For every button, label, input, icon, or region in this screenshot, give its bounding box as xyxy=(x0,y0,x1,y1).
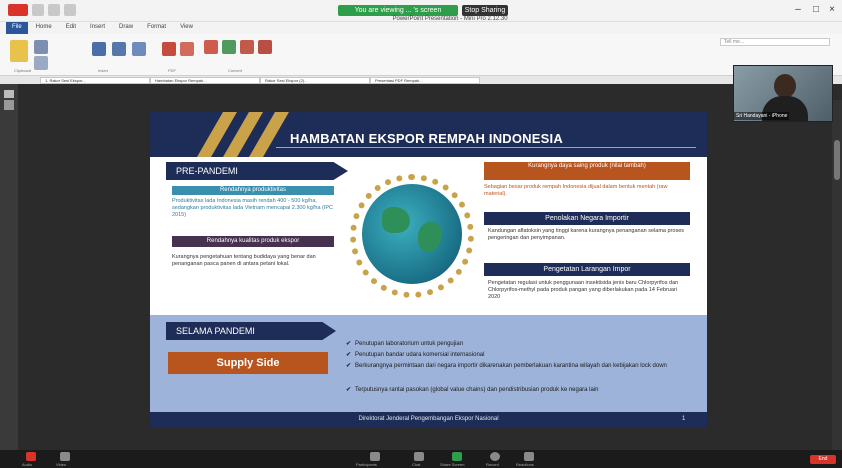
doc-tab-1[interactable]: 1. Rakor Sesi Ekspor... xyxy=(40,77,150,84)
camera-icon[interactable] xyxy=(60,452,70,461)
share-screen-icon[interactable] xyxy=(452,452,462,461)
supply-side-label: Supply Side xyxy=(168,352,328,374)
rejection-label: Penolakan Negara Importir xyxy=(484,212,690,225)
slide-page-number: 1 xyxy=(682,416,686,422)
zoom-recording-icon[interactable] xyxy=(8,4,28,16)
tab-format[interactable]: Format xyxy=(141,22,172,34)
ban-text: Pengetatan regulasi untuk penggunaan ins… xyxy=(488,280,679,300)
participants-icon[interactable] xyxy=(370,452,380,461)
selama-pandemi-heading: SELAMA PANDEMI xyxy=(166,322,336,340)
list-item: ✔ Terputusnya rantai pasokan (global valu… xyxy=(346,387,599,393)
productivity-text: Produktivitas lada Indonesia masih renda… xyxy=(172,198,334,218)
record-icon[interactable] xyxy=(490,452,500,461)
tab-home[interactable]: Home xyxy=(30,22,58,34)
insert-group-label: Insert xyxy=(98,68,109,73)
maximize-button[interactable]: □ xyxy=(808,3,824,17)
to-other-icon[interactable] xyxy=(258,40,272,54)
thumbnail-icon[interactable] xyxy=(4,100,14,110)
video-label: Video xyxy=(56,462,67,467)
reactions-label: Reactions xyxy=(516,462,534,467)
share-screen-label: Share Screen xyxy=(440,462,465,467)
ribbon-tab-row: File Home Edit Insert Draw Format View xyxy=(0,22,842,34)
check-icon: ✔ xyxy=(346,352,352,358)
undo-icon[interactable] xyxy=(48,4,60,16)
to-excel-icon[interactable] xyxy=(222,40,236,54)
text-box-icon[interactable] xyxy=(112,42,126,56)
insert-icon[interactable] xyxy=(92,42,106,56)
screen-share-status: You are viewing ... 's screen xyxy=(338,5,458,16)
ribbon-toolbar: Clipboard Insert PDF Convert xyxy=(0,34,842,76)
quick-access-toolbar xyxy=(8,4,76,16)
save-icon[interactable] xyxy=(32,4,44,16)
convert-group-label: Convert xyxy=(228,68,243,73)
pre-pandemi-heading: PRE-PANDEMI xyxy=(166,162,348,180)
microphone-icon[interactable] xyxy=(26,452,36,461)
doc-tab-2[interactable]: Hambatan Ekspor Rempah... xyxy=(150,77,260,84)
shape-icon[interactable] xyxy=(132,42,146,56)
participant-head xyxy=(774,74,796,98)
panel-toggle-icon[interactable] xyxy=(4,90,14,98)
audio-label: Audio xyxy=(22,462,33,467)
cut-icon[interactable] xyxy=(34,40,48,54)
tab-insert[interactable]: Insert xyxy=(84,22,111,34)
to-word-icon[interactable] xyxy=(204,40,218,54)
ribbon-search-input[interactable]: Tell me... xyxy=(720,38,830,46)
pdf-export-icon[interactable] xyxy=(180,42,194,56)
list-item: ✔ Berkurangnya permintaan dari negara imp… xyxy=(346,363,667,369)
reactions-icon[interactable] xyxy=(524,452,534,461)
minimize-button[interactable]: – xyxy=(790,3,806,17)
meeting-controls-bar: Audio Video Participants Chat Share Scre… xyxy=(0,450,842,468)
pdf-group-label: PDF xyxy=(168,68,176,73)
chat-label: Chat xyxy=(412,462,421,467)
slide-footer: Direktorat Jenderal Pengembangan Ekspor … xyxy=(150,412,707,427)
ban-label: Pengetatan Larangan Impor xyxy=(484,263,690,276)
chat-icon[interactable] xyxy=(414,452,424,461)
to-image-icon[interactable] xyxy=(240,40,254,54)
redo-icon[interactable] xyxy=(64,4,76,16)
doc-tab-3[interactable]: Rakor Sesi Ekspor (2)... xyxy=(260,77,370,84)
check-icon: ✔ xyxy=(346,363,352,369)
close-button[interactable]: × xyxy=(824,3,840,17)
check-icon: ✔ xyxy=(346,341,352,347)
tab-file[interactable]: File xyxy=(6,22,28,34)
clipboard-group-label: Clipboard xyxy=(14,68,32,73)
quality-text: Kurangnya pengetahuan tentang budidaya y… xyxy=(172,254,316,267)
globe-illustration xyxy=(362,184,462,284)
competitiveness-label: Kurangnya daya saing produk (nilai tamba… xyxy=(484,162,690,180)
end-meeting-button[interactable]: End xyxy=(810,455,836,464)
tab-draw[interactable]: Draw xyxy=(113,22,139,34)
doc-tab-4[interactable]: Presentasi PDF Rempah... xyxy=(370,77,480,84)
slide-title: HAMBATAN EKSPOR REMPAH INDONESIA xyxy=(290,131,563,146)
record-label: Record xyxy=(486,462,499,467)
list-item: ✔ Penutupan bandar udara komersial intern… xyxy=(346,352,485,358)
pdf-icon[interactable] xyxy=(162,42,176,56)
document-tab-strip: 1. Rakor Sesi Ekspor... Hambatan Ekspor … xyxy=(0,76,842,84)
productivity-label: Rendahnya produktivitas xyxy=(172,186,334,195)
globe-landmass xyxy=(382,207,410,233)
check-icon: ✔ xyxy=(346,387,352,393)
paste-icon[interactable] xyxy=(10,40,28,62)
title-underline xyxy=(276,147,696,148)
rejection-text: Kandungan aflatoksin yang tinggi karena … xyxy=(488,228,685,241)
left-sidebar xyxy=(0,84,18,450)
quality-label: Rendahnya kualitas produk ekspor xyxy=(172,236,334,247)
participant-name: Sri Handayani - iPhone xyxy=(734,112,790,120)
participants-label: Participants xyxy=(356,462,377,467)
scrollbar-thumb[interactable] xyxy=(834,140,840,180)
competitiveness-text: Sebagian besar produk rempah Indonesia d… xyxy=(484,184,668,197)
stop-share-button[interactable]: Stop Sharing xyxy=(462,5,508,16)
list-item: ✔ Penutupan laboratorium untuk pengujian xyxy=(346,341,464,347)
copy-icon[interactable] xyxy=(34,56,48,70)
presentation-slide: HAMBATAN EKSPOR REMPAH INDONESIA PRE-PAN… xyxy=(150,112,707,427)
tab-view[interactable]: View xyxy=(174,22,199,34)
tab-edit[interactable]: Edit xyxy=(60,22,82,34)
